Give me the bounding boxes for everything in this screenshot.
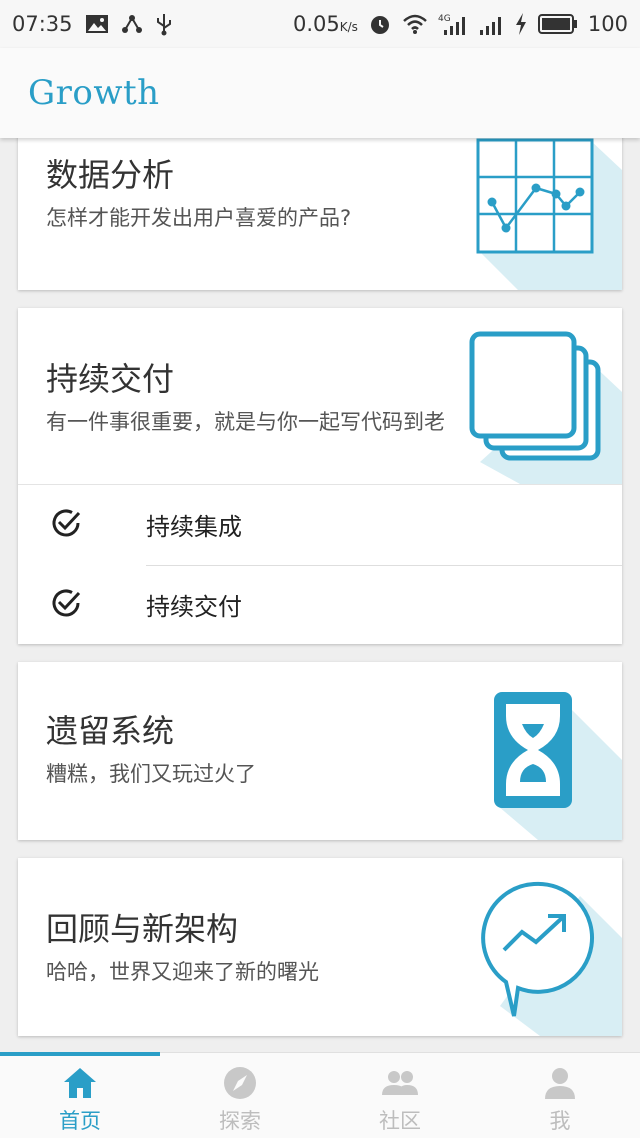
card-legacy-system[interactable]: 遗留系统 糟糕，我们又玩过火了 xyxy=(18,662,622,840)
tab-home[interactable]: 首页 xyxy=(0,1053,160,1138)
card-subtitle: 哈哈，世界又迎来了新的曙光 xyxy=(46,960,319,984)
sub-item-continuous-integration[interactable]: 持续集成 xyxy=(18,485,622,566)
charging-icon xyxy=(514,12,528,36)
card-title: 遗留系统 xyxy=(46,712,175,750)
card-title: 持续交付 xyxy=(46,360,175,398)
sub-item-label: 持续交付 xyxy=(146,593,242,621)
person-icon xyxy=(540,1065,580,1101)
trend-bubble-icon xyxy=(470,876,622,1036)
battery-level: 100 xyxy=(587,12,628,36)
card-retrospective[interactable]: 回顾与新架构 哈哈，世界又迎来了新的曙光 xyxy=(18,858,622,1036)
svg-text:4G: 4G xyxy=(438,14,451,24)
content-area[interactable]: 数据分析 怎样才能开发出用户喜爱的产品? 持续交付 有一件事很重要，就是与你一起… xyxy=(0,138,640,1052)
card-data-analysis[interactable]: 数据分析 怎样才能开发出用户喜爱的产品? xyxy=(18,138,622,290)
app-title: Growth xyxy=(28,73,160,113)
signal-4g-icon: 4G xyxy=(438,12,468,36)
battery-icon xyxy=(537,13,578,35)
sub-item-continuous-delivery[interactable]: 持续交付 xyxy=(18,565,622,644)
tab-label: 我 xyxy=(549,1109,571,1133)
tab-label: 社区 xyxy=(379,1109,421,1133)
card-subtitle: 糟糕，我们又玩过火了 xyxy=(46,762,256,786)
check-circle-icon xyxy=(48,505,84,545)
card-title: 回顾与新架构 xyxy=(46,910,239,948)
tab-label: 探索 xyxy=(219,1109,261,1133)
check-circle-icon xyxy=(48,585,84,625)
tab-explore[interactable]: 探索 xyxy=(160,1053,320,1138)
bottom-tab-bar: 首页 探索 社区 我 xyxy=(0,1052,640,1138)
home-icon xyxy=(60,1065,100,1101)
network-speed: 0.05K/s xyxy=(292,12,358,36)
card-subtitle: 怎样才能开发出用户喜爱的产品? xyxy=(46,206,352,230)
status-time: 07:35 xyxy=(12,12,73,36)
card-title: 数据分析 xyxy=(46,156,175,194)
compass-icon xyxy=(220,1065,260,1101)
tab-label: 首页 xyxy=(59,1109,101,1133)
wifi-icon xyxy=(402,13,428,35)
app-bar: Growth xyxy=(0,48,640,138)
card-subtitle: 有一件事很重要，就是与你一起写代码到老 xyxy=(46,410,445,434)
tab-community[interactable]: 社区 xyxy=(320,1053,480,1138)
gallery-icon xyxy=(85,14,109,34)
share-nodes-icon xyxy=(121,13,143,35)
chart-grid-icon xyxy=(470,138,622,290)
sub-item-list: 持续集成 持续交付 xyxy=(18,484,622,644)
hourglass-icon xyxy=(478,686,622,840)
tab-me[interactable]: 我 xyxy=(480,1053,640,1138)
sub-item-label: 持续集成 xyxy=(146,513,242,541)
people-icon xyxy=(380,1065,420,1101)
stacked-pages-icon xyxy=(460,322,622,488)
usb-icon xyxy=(155,12,173,36)
alarm-icon xyxy=(368,12,392,36)
signal-icon xyxy=(478,12,504,36)
status-bar: 07:35 0.05K/s 4G 100 xyxy=(0,0,640,48)
card-continuous-delivery[interactable]: 持续交付 有一件事很重要，就是与你一起写代码到老 持续集成 持续交付 xyxy=(18,308,622,644)
